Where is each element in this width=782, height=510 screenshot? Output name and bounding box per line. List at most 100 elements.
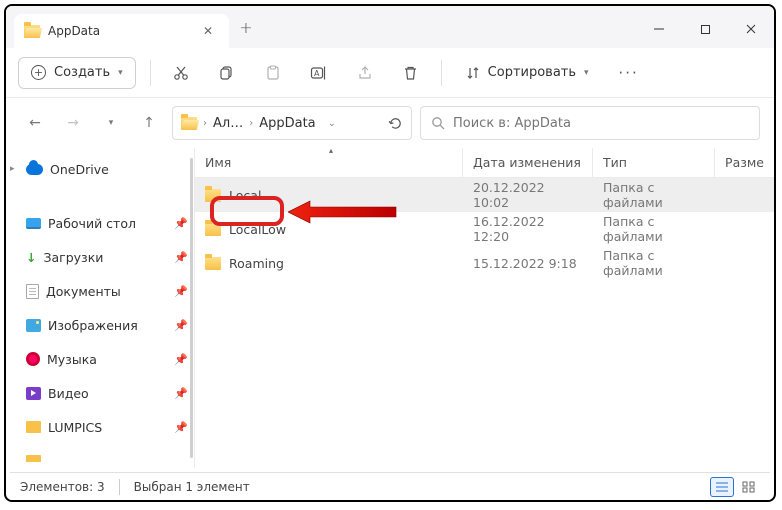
chevron-down-icon: ▾ xyxy=(118,68,123,78)
delete-button[interactable] xyxy=(395,57,427,89)
sidebar-item-downloads[interactable]: ↓ Загрузки 📌 xyxy=(6,240,194,274)
folder-icon xyxy=(26,421,41,433)
column-headers: ▴ Имя Дата изменения Тип Разме xyxy=(195,148,774,178)
file-date: 15.12.2022 9:18 xyxy=(463,256,593,271)
search-icon xyxy=(431,116,445,130)
close-button[interactable] xyxy=(728,10,774,48)
chevron-right-icon: › xyxy=(249,118,253,129)
file-row[interactable]: Roaming 15.12.2022 9:18 Папка с файлами xyxy=(195,246,774,280)
sidebar-item-label: Музыка xyxy=(47,352,97,367)
chevron-right-icon: › xyxy=(203,118,207,129)
view-icons-button[interactable] xyxy=(736,477,760,497)
sidebar-item-label: Изображения xyxy=(48,318,138,333)
titlebar: AppData ✕ + xyxy=(6,6,774,48)
sort-asc-icon: ▴ xyxy=(329,146,333,155)
maximize-button[interactable] xyxy=(682,10,728,48)
status-bar: Элементов: 3 Выбран 1 элемент xyxy=(10,472,770,500)
sort-icon xyxy=(466,66,480,80)
chevron-down-icon[interactable]: ⌄ xyxy=(328,118,336,129)
status-selection: Выбран 1 элемент xyxy=(134,480,250,494)
share-button[interactable] xyxy=(349,57,381,89)
breadcrumb-part[interactable]: AppData xyxy=(259,116,315,131)
sort-button[interactable]: Сортировать ▾ xyxy=(456,57,599,89)
pin-icon: 📌 xyxy=(174,421,188,434)
new-tab-button[interactable]: + xyxy=(229,18,263,37)
refresh-button[interactable] xyxy=(388,116,403,131)
music-icon xyxy=(26,352,40,366)
col-date[interactable]: Дата изменения xyxy=(463,148,593,177)
document-icon xyxy=(26,284,39,299)
pictures-icon xyxy=(26,319,41,332)
plus-icon: + xyxy=(31,65,46,80)
pin-icon: 📌 xyxy=(174,251,188,264)
folder-icon xyxy=(205,189,221,202)
rename-button[interactable]: A xyxy=(303,57,335,89)
sidebar: ▸ OneDrive Рабочий стол 📌 ↓ Загрузки 📌 Д… xyxy=(6,148,195,468)
sidebar-label: OneDrive xyxy=(50,162,109,177)
col-size[interactable]: Разме xyxy=(715,148,774,177)
create-label: Создать xyxy=(54,65,110,80)
navbar: ← → ▾ ↑ › Ал… › AppData ⌄ xyxy=(6,98,774,148)
forward-button[interactable]: → xyxy=(58,108,88,138)
separator xyxy=(119,479,120,495)
pin-icon: 📌 xyxy=(174,387,188,400)
chevron-down-icon: ▾ xyxy=(584,68,589,78)
back-button[interactable]: ← xyxy=(20,108,50,138)
file-row[interactable]: LocalLow 16.12.2022 12:20 Папка с файлам… xyxy=(195,212,774,246)
video-icon xyxy=(26,387,41,400)
sidebar-item-label: Загрузки xyxy=(43,250,103,265)
sidebar-item-desktop[interactable]: Рабочий стол 📌 xyxy=(6,206,194,240)
minimize-button[interactable] xyxy=(636,10,682,48)
paste-button[interactable] xyxy=(257,57,289,89)
separator xyxy=(150,60,151,86)
file-name: LocalLow xyxy=(229,222,286,237)
file-list: ▴ Имя Дата изменения Тип Разме Local 20.… xyxy=(195,148,774,468)
folder-icon xyxy=(181,117,197,130)
file-date: 20.12.2022 10:02 xyxy=(463,180,593,210)
search-input[interactable] xyxy=(453,116,749,131)
file-type: Папка с файлами xyxy=(593,214,715,244)
window-controls xyxy=(636,10,774,48)
search-box[interactable] xyxy=(420,106,760,140)
sidebar-item-lumpics[interactable]: LUMPICS 📌 xyxy=(6,410,194,444)
pin-icon: 📌 xyxy=(174,217,188,230)
breadcrumb-part[interactable]: Ал… xyxy=(213,116,243,131)
tab-close-button[interactable]: ✕ xyxy=(197,22,219,40)
separator xyxy=(441,60,442,86)
sort-label: Сортировать xyxy=(488,65,576,80)
desktop-icon xyxy=(26,218,41,229)
sidebar-item-pictures[interactable]: Изображения 📌 xyxy=(6,308,194,342)
sidebar-item-label: LUMPICS xyxy=(48,420,102,435)
file-row[interactable]: Local 20.12.2022 10:02 Папка с файлами xyxy=(195,178,774,212)
pin-icon: 📌 xyxy=(174,319,188,332)
tab-appdata[interactable]: AppData ✕ xyxy=(14,14,229,48)
cloud-icon xyxy=(26,164,43,175)
chevron-right-icon[interactable]: ▸ xyxy=(10,164,15,174)
view-details-button[interactable] xyxy=(710,477,734,497)
recent-dropdown[interactable]: ▾ xyxy=(96,108,126,138)
sidebar-item-documents[interactable]: Документы 📌 xyxy=(6,274,194,308)
file-name: Local xyxy=(229,188,261,203)
address-bar[interactable]: › Ал… › AppData ⌄ xyxy=(172,106,412,140)
sidebar-item-label: Видео xyxy=(48,386,89,401)
up-button[interactable]: ↑ xyxy=(134,108,164,138)
download-icon: ↓ xyxy=(26,250,36,265)
folder-icon xyxy=(205,257,221,270)
pin-icon: 📌 xyxy=(174,285,188,298)
sidebar-item-label: Рабочий стол xyxy=(48,216,136,231)
sidebar-onedrive[interactable]: ▸ OneDrive xyxy=(6,152,194,186)
create-button[interactable]: + Создать ▾ xyxy=(18,57,136,89)
more-button[interactable]: ··· xyxy=(613,57,645,89)
col-type[interactable]: Тип xyxy=(593,148,715,177)
file-type: Папка с файлами xyxy=(593,180,715,210)
body: ▸ OneDrive Рабочий стол 📌 ↓ Загрузки 📌 Д… xyxy=(6,148,774,468)
svg-text:A: A xyxy=(314,69,320,78)
sidebar-item-videos[interactable]: Видео 📌 xyxy=(6,376,194,410)
folder-icon xyxy=(205,223,221,236)
sidebar-item-music[interactable]: Музыка 📌 xyxy=(6,342,194,376)
pin-icon: 📌 xyxy=(174,353,188,366)
cut-button[interactable] xyxy=(165,57,197,89)
file-date: 16.12.2022 12:20 xyxy=(463,214,593,244)
sidebar-item-cut[interactable] xyxy=(6,444,194,462)
copy-button[interactable] xyxy=(211,57,243,89)
